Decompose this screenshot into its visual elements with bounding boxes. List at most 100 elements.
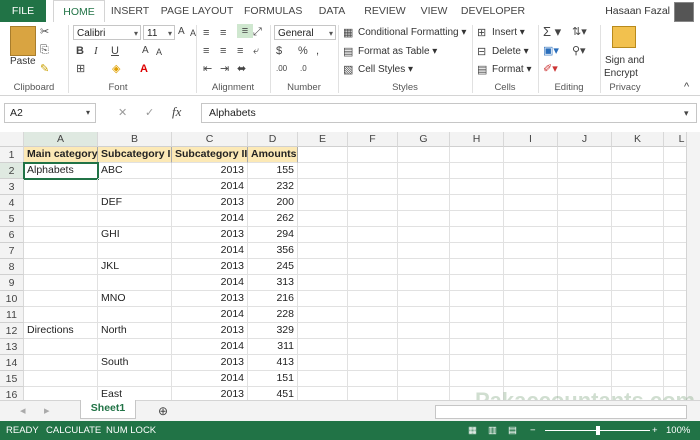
table-cell[interactable] (348, 147, 398, 163)
table-cell[interactable] (398, 243, 450, 259)
table-cell[interactable]: 2014 (172, 371, 248, 387)
table-cell[interactable] (558, 291, 612, 307)
select-all-corner[interactable] (0, 132, 24, 147)
table-cell[interactable] (558, 227, 612, 243)
table-cell[interactable] (298, 179, 348, 195)
table-cell[interactable]: 2014 (172, 179, 248, 195)
tab-review[interactable]: REVIEW (362, 0, 408, 22)
format-as-table-button[interactable]: Format as Table ▾ (358, 46, 437, 57)
table-cell[interactable] (98, 275, 172, 291)
table-cell[interactable] (504, 291, 558, 307)
table-cell[interactable]: Directions (24, 323, 98, 339)
column-header[interactable]: E (298, 132, 348, 147)
copy-icon[interactable]: ⎘ (40, 43, 49, 57)
table-cell[interactable] (398, 179, 450, 195)
table-cell[interactable]: 313 (248, 275, 298, 291)
delete-cells-icon[interactable]: ⊟ (477, 45, 486, 59)
table-cell[interactable] (298, 147, 348, 163)
page-layout-view-icon[interactable]: ▥ (488, 421, 497, 440)
cancel-icon[interactable]: ✕ (118, 106, 127, 120)
table-cell[interactable] (450, 371, 504, 387)
autosum-icon[interactable]: Σ ▾ (543, 25, 561, 39)
table-cell[interactable]: 245 (248, 259, 298, 275)
currency-icon[interactable]: $ (276, 44, 282, 58)
sort-filter-icon[interactable]: ⇅▾ (572, 25, 587, 39)
table-cell[interactable] (450, 227, 504, 243)
table-cell[interactable] (558, 339, 612, 355)
table-cell[interactable] (24, 371, 98, 387)
column-header[interactable]: C (172, 132, 248, 147)
tab-developer[interactable]: DEVELOPER (460, 0, 526, 22)
table-cell[interactable]: 155 (248, 163, 298, 179)
table-cell[interactable] (612, 291, 664, 307)
table-cell[interactable] (24, 195, 98, 211)
table-cell[interactable]: 2014 (172, 339, 248, 355)
font-color-icon[interactable]: A (140, 62, 148, 76)
table-cell[interactable] (450, 195, 504, 211)
table-cell[interactable] (450, 179, 504, 195)
orientation-icon[interactable]: ⤢ (253, 25, 262, 39)
table-cell[interactable] (558, 355, 612, 371)
tab-view[interactable]: VIEW (418, 0, 450, 22)
table-cell[interactable] (558, 307, 612, 323)
tab-home[interactable]: HOME (53, 0, 105, 24)
table-cell[interactable] (298, 211, 348, 227)
table-cell[interactable] (450, 147, 504, 163)
row-header[interactable]: 6 (0, 227, 24, 243)
insert-cells-button[interactable]: Insert ▾ (492, 27, 525, 38)
table-cell[interactable] (450, 307, 504, 323)
format-as-table-icon[interactable]: ▤ (343, 45, 353, 59)
wrap-text-icon[interactable]: ⤶ (253, 44, 259, 58)
table-cell[interactable] (398, 163, 450, 179)
paste-icon[interactable] (10, 26, 36, 56)
table-cell[interactable] (450, 355, 504, 371)
table-cell[interactable] (298, 371, 348, 387)
confirm-icon[interactable]: ✓ (145, 106, 154, 120)
table-cell[interactable] (24, 275, 98, 291)
font-size-select[interactable]: 11 (143, 25, 175, 41)
borders-icon[interactable]: ⊞ (76, 62, 85, 76)
find-select-icon[interactable]: ⚲▾ (572, 44, 586, 58)
table-cell[interactable] (398, 275, 450, 291)
font-shrink-icon[interactable]: A (156, 45, 162, 59)
column-header[interactable]: A (24, 132, 98, 147)
table-cell[interactable] (558, 163, 612, 179)
tab-data[interactable]: DATA (312, 0, 352, 22)
row-header[interactable]: 14 (0, 355, 24, 371)
table-cell[interactable] (348, 211, 398, 227)
decrease-indent-icon[interactable]: ⇤ (203, 62, 212, 76)
column-header[interactable]: J (558, 132, 612, 147)
increase-indent-icon[interactable]: ⇥ (220, 62, 229, 76)
expand-formula-icon[interactable]: ▾ (684, 106, 689, 120)
table-cell[interactable] (298, 243, 348, 259)
table-cell[interactable]: 2014 (172, 211, 248, 227)
column-header[interactable]: B (98, 132, 172, 147)
table-cell[interactable] (504, 147, 558, 163)
paste-button[interactable]: Paste (10, 56, 36, 67)
table-cell[interactable] (348, 259, 398, 275)
format-cells-button[interactable]: Format ▾ (492, 64, 531, 75)
table-cell[interactable] (450, 243, 504, 259)
clear-icon[interactable]: ✐▾ (543, 62, 558, 76)
table-cell[interactable] (612, 339, 664, 355)
table-cell[interactable]: 200 (248, 195, 298, 211)
row-header[interactable]: 10 (0, 291, 24, 307)
table-cell[interactable] (348, 275, 398, 291)
sign-and-label[interactable]: Sign and (605, 55, 644, 66)
table-cell[interactable] (348, 323, 398, 339)
table-cell[interactable] (298, 323, 348, 339)
table-cell[interactable] (612, 227, 664, 243)
table-cell[interactable] (558, 371, 612, 387)
table-cell[interactable] (98, 211, 172, 227)
table-cell[interactable] (558, 259, 612, 275)
table-cell[interactable]: 2013 (172, 163, 248, 179)
zoom-slider-thumb[interactable] (596, 426, 600, 435)
table-cell[interactable] (612, 163, 664, 179)
table-cell[interactable] (98, 307, 172, 323)
table-cell[interactable] (298, 227, 348, 243)
table-cell[interactable]: 262 (248, 211, 298, 227)
column-header[interactable]: D (248, 132, 298, 147)
column-header[interactable]: H (450, 132, 504, 147)
table-cell[interactable] (98, 243, 172, 259)
table-cell[interactable] (348, 227, 398, 243)
